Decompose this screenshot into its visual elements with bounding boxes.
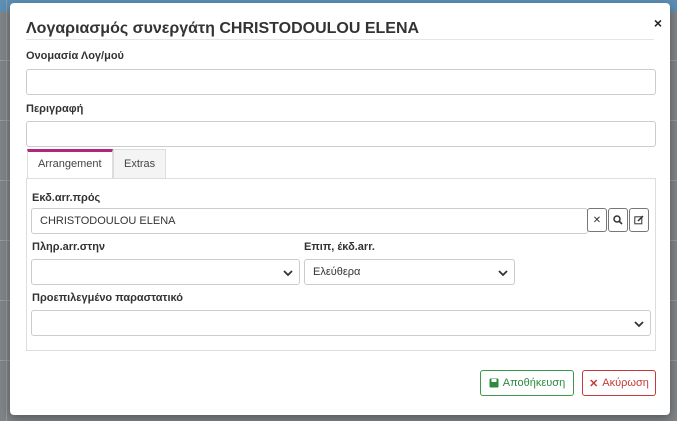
default-doc-select[interactable] <box>31 310 651 336</box>
default-doc-label: Προεπιλεγμένο παραστατικό <box>32 292 183 304</box>
cancel-button[interactable]: ✕ Ακύρωση <box>582 370 656 396</box>
cancel-icon: ✕ <box>589 377 599 390</box>
chevron-down-icon <box>634 321 644 328</box>
issued-to-input[interactable]: CHRISTODOULOU ELENA <box>31 208 588 234</box>
account-name-input[interactable] <box>26 69 656 95</box>
save-icon <box>489 378 499 388</box>
tab-arrangement-label: Arrangement <box>38 158 102 170</box>
save-button[interactable]: Αποθήκευση <box>480 370 574 396</box>
description-label: Περιγραφή <box>26 103 84 115</box>
arrangement-tab-panel: Εκδ.αrr.πρός CHRISTODOULOU ELENA ✕ Πληρ.… <box>26 178 656 351</box>
clear-icon: ✕ <box>592 214 602 226</box>
save-label: Αποθήκευση <box>502 377 566 389</box>
background-grid-line <box>6 0 7 421</box>
issue-option-select[interactable]: Ελεύθερα <box>304 259 515 285</box>
account-name-label: Ονομασία Λογ/μού <box>26 50 124 62</box>
chevron-down-icon <box>283 270 293 277</box>
partner-account-modal: Λογαριασμός συνεργάτη CHRISTODOULOU ELEN… <box>10 3 670 415</box>
tab-extras[interactable]: Extras <box>113 149 167 178</box>
description-input[interactable] <box>26 121 656 147</box>
close-icon[interactable]: × <box>654 15 662 31</box>
clear-button[interactable]: ✕ <box>587 208 607 232</box>
cancel-label: Ακύρωση <box>602 377 649 389</box>
search-icon <box>613 215 623 225</box>
search-button[interactable] <box>608 208 628 232</box>
chevron-down-icon <box>498 270 508 277</box>
issued-to-label: Εκδ.αrr.πρός <box>32 192 101 204</box>
tab-arrangement[interactable]: Arrangement <box>27 149 113 178</box>
issue-option-label: Επιπ, έκδ.arr. <box>304 241 375 253</box>
pay-to-select[interactable] <box>31 259 300 285</box>
issue-option-value: Ελεύθερα <box>313 266 361 278</box>
edit-icon <box>634 215 644 225</box>
pay-to-label: Πληρ.arr.στην <box>32 241 106 253</box>
modal-title: Λογαριασμός συνεργάτη CHRISTODOULOU ELEN… <box>26 20 420 37</box>
edit-button[interactable] <box>629 208 649 232</box>
title-divider <box>26 39 654 40</box>
tab-extras-label: Extras <box>124 158 156 170</box>
